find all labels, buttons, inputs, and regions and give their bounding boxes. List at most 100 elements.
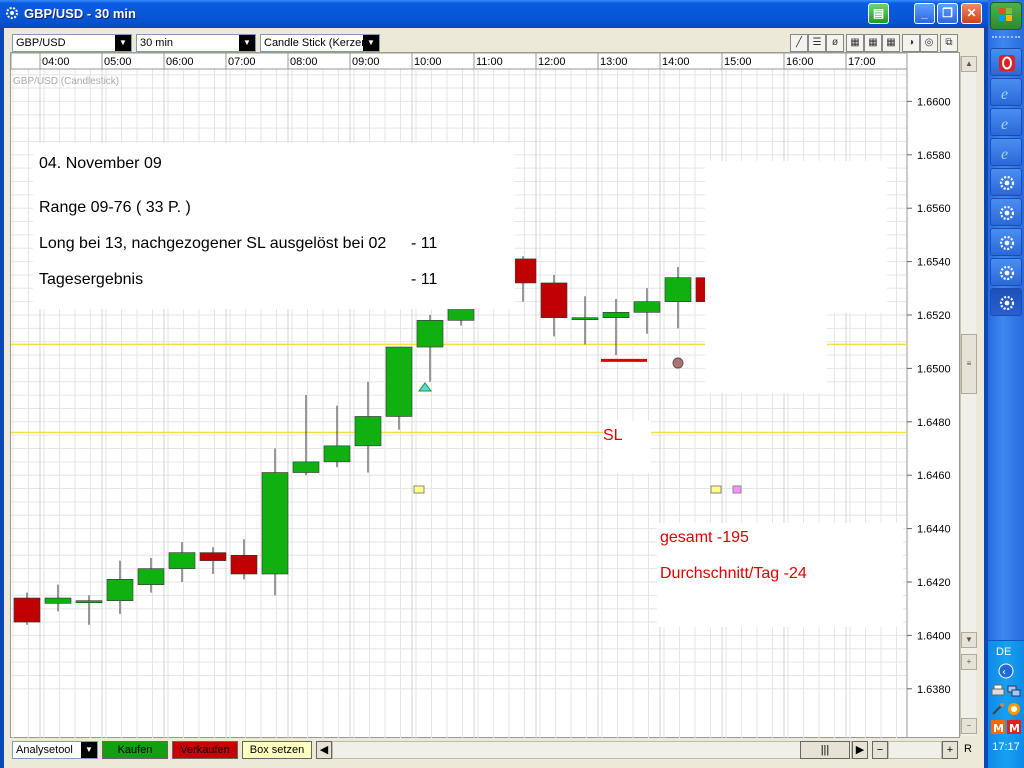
horizontal-scrollbar[interactable] — [332, 741, 852, 759]
time-label: 06:00 — [166, 56, 194, 68]
buy-button[interactable]: Kaufen — [102, 741, 168, 759]
time-label: 17:00 — [848, 56, 876, 68]
time-label: 04:00 — [42, 56, 70, 68]
taskbar-app-4[interactable] — [990, 258, 1022, 286]
detach-window-icon[interactable]: ⧉ — [940, 34, 958, 52]
tray-expand-icon[interactable]: ‹ — [998, 663, 1014, 679]
opera-icon — [999, 55, 1015, 71]
messenger-icon[interactable] — [1006, 701, 1022, 717]
mail-m-icon[interactable]: M — [990, 719, 1006, 735]
price-label: 1.6560 — [917, 203, 951, 215]
svg-text:e: e — [1001, 116, 1008, 132]
reset-button[interactable]: R — [960, 741, 976, 759]
trendline-tool-icon[interactable]: ╱ — [790, 34, 808, 52]
scroll-up-icon[interactable]: ▲ — [961, 56, 977, 72]
box-marker — [710, 485, 722, 494]
chart-type-select[interactable]: Candle Stick (Kerzen ▼ — [260, 34, 380, 52]
note-date: 04. November 09 — [39, 155, 162, 172]
app-gear-icon — [999, 205, 1015, 221]
time-label: 16:00 — [786, 56, 814, 68]
zoom-out-icon[interactable]: ◑ — [902, 34, 920, 52]
blank-note-1 — [705, 161, 887, 313]
print-icon[interactable]: ▤ — [868, 3, 889, 24]
bull-candle — [137, 568, 165, 585]
zoom-in-icon[interactable]: ◎ — [920, 34, 938, 52]
scroll-left-icon[interactable]: ◀ — [316, 741, 332, 759]
price-label: 1.6380 — [917, 684, 951, 696]
windows-logo-icon — [999, 8, 1012, 21]
window-title: GBP/USD - 30 min — [24, 6, 136, 21]
scroll-thumb[interactable]: ≡ — [961, 334, 977, 394]
taskbar-app-3[interactable] — [990, 228, 1022, 256]
zoom-plus-icon[interactable]: + — [961, 654, 977, 670]
taskbar-app-1[interactable] — [990, 168, 1022, 196]
h-scroll-thumb[interactable]: ||| — [800, 741, 850, 759]
zoom-minus-icon[interactable]: − — [961, 718, 977, 734]
bull-candle — [168, 552, 196, 569]
fibonacci-tool-icon[interactable]: ø — [826, 34, 844, 52]
svg-text:M: M — [1009, 722, 1020, 735]
chevron-down-icon[interactable]: ▼ — [81, 742, 97, 758]
price-label: 1.6460 — [917, 470, 951, 482]
app-gear-icon — [999, 265, 1015, 281]
time-label: 11:00 — [476, 56, 503, 68]
taskbar-app-2[interactable] — [990, 198, 1022, 226]
bottom-toolbar: Analysetool ▼ Kaufen Verkaufen Box setze… — [10, 738, 976, 762]
analysetool-select[interactable]: Analysetool ▼ — [12, 741, 98, 759]
scroll-down-icon[interactable]: ▼ — [961, 632, 977, 648]
taskbar-ie-3[interactable]: e — [990, 138, 1022, 166]
blank-note-2 — [705, 311, 827, 393]
channel-tool-icon[interactable]: ☰ — [808, 34, 826, 52]
box-button[interactable]: Box setzen — [242, 741, 312, 759]
price-label: 1.6480 — [917, 417, 951, 429]
grid-tool-3-icon[interactable]: ▦ — [882, 34, 900, 52]
printer-icon[interactable] — [990, 683, 1006, 699]
svg-text:‹: ‹ — [1002, 667, 1006, 678]
time-label: 05:00 — [104, 56, 132, 68]
bull-candle — [44, 597, 72, 604]
tools-icon[interactable] — [990, 701, 1006, 717]
box-marker-pink — [732, 485, 742, 494]
sell-button[interactable]: Verkaufen — [172, 741, 238, 759]
time-label: 12:00 — [538, 56, 566, 68]
language-indicator[interactable]: DE — [996, 646, 1011, 658]
note-range: Range 09-76 ( 33 P. ) — [39, 199, 191, 216]
h-zoom-plus-icon[interactable]: + — [942, 741, 958, 759]
clock[interactable]: 17:17 — [990, 741, 1022, 753]
start-button[interactable] — [990, 2, 1022, 30]
grid-tool-1-icon[interactable]: ▦ — [846, 34, 864, 52]
time-axis — [11, 53, 908, 70]
internet-explorer-icon: e — [1001, 116, 1008, 132]
network-icon[interactable] — [1006, 683, 1022, 699]
taskbar-app-5-active[interactable] — [990, 288, 1022, 316]
chevron-down-icon[interactable]: ▼ — [239, 35, 255, 51]
app-gear-icon — [6, 7, 18, 19]
chevron-down-icon[interactable]: ▼ — [363, 35, 379, 51]
internet-explorer-icon: e — [1001, 86, 1008, 102]
window-titlebar[interactable]: GBP/USD - 30 min ▤ _ ❐ ✕ — [0, 0, 988, 28]
system-tray: DE ‹ M M 17:17 — [988, 640, 1024, 768]
h-zoom-slider[interactable] — [888, 741, 942, 759]
time-label: 07:00 — [228, 56, 256, 68]
note-trade: Long bei 13, nachgezogener SL ausgelöst … — [39, 235, 387, 252]
svg-text:M: M — [993, 722, 1004, 735]
restore-button[interactable]: ❐ — [937, 3, 958, 24]
chevron-down-icon[interactable]: ▼ — [115, 35, 131, 51]
svg-text:e: e — [1001, 146, 1008, 162]
chart-vertical-scrollbar[interactable]: ▲ ≡ ▼ + − — [960, 56, 977, 736]
h-zoom-minus-icon[interactable]: − — [872, 741, 888, 759]
timeframe-select[interactable]: 30 min ▼ — [136, 34, 256, 52]
bull-candle — [354, 416, 382, 447]
close-button[interactable]: ✕ — [961, 3, 982, 24]
scroll-right-icon[interactable]: ▶ — [852, 741, 868, 759]
taskbar-ie-1[interactable]: e — [990, 78, 1022, 106]
minimize-button[interactable]: _ — [914, 3, 935, 24]
note-day-result: - 11 — [411, 271, 438, 288]
taskbar-opera[interactable] — [990, 48, 1022, 76]
mail-m2-icon[interactable]: M — [1006, 719, 1022, 735]
symbol-select[interactable]: GBP/USD ▼ — [12, 34, 132, 52]
taskbar-ie-2[interactable]: e — [990, 108, 1022, 136]
price-chart[interactable]: 04:00 05:00 06:00 07:00 08:00 09:00 10:00 11:00… — [10, 52, 960, 739]
grid-tool-2-icon[interactable]: ▦ — [864, 34, 882, 52]
bull-candle — [323, 445, 351, 463]
